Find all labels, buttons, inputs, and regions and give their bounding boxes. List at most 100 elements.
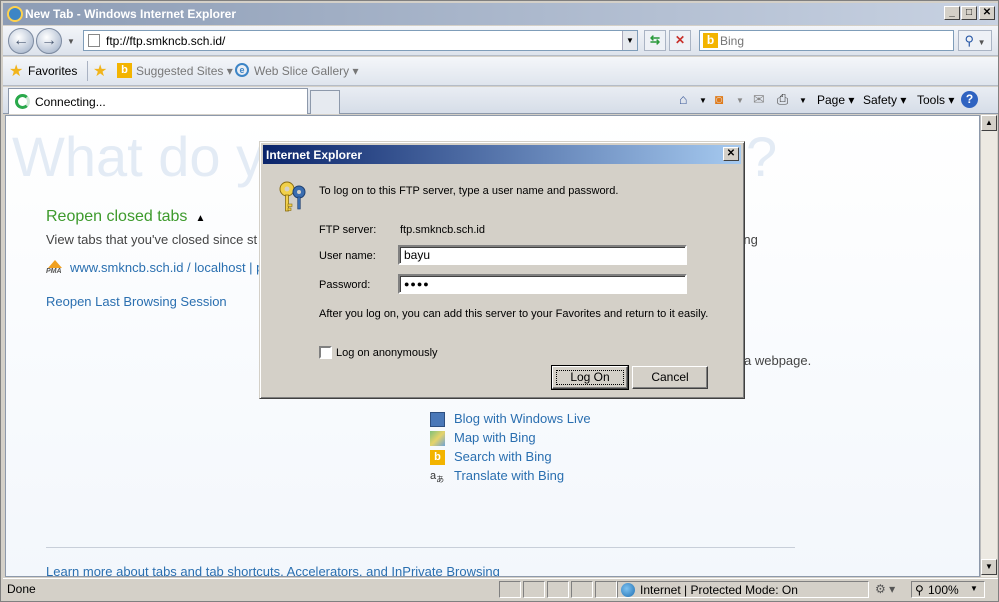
loading-spinner-icon <box>15 94 30 109</box>
password-field[interactable]: ●●●● <box>398 274 687 294</box>
cancel-button[interactable]: Cancel <box>632 366 708 389</box>
search-options-icon: ▼ <box>977 38 986 47</box>
ie-window: New Tab - Windows Internet Explorer _ □ … <box>0 0 999 602</box>
title-bar: New Tab - Windows Internet Explorer _ □ … <box>3 3 998 25</box>
tab-connecting[interactable]: Connecting... <box>8 88 308 114</box>
status-cell <box>499 581 521 598</box>
keys-icon <box>279 181 306 212</box>
pma-icon-label: PMA <box>46 268 62 275</box>
anonymous-checkbox[interactable] <box>319 346 332 359</box>
favorites-bar: ★ Favorites ★ b Suggested Sites ▾ e Web … <box>3 57 998 86</box>
ftp-server-label: FTP server: <box>319 224 377 236</box>
status-cell <box>571 581 593 598</box>
scroll-down-icon[interactable]: ▼ <box>981 559 997 575</box>
refresh-icon: ⇆ <box>649 33 661 47</box>
zoom-icon: ⚲ <box>915 583 924 597</box>
compatibility-icon[interactable]: ⚙ ▾ <box>875 582 895 596</box>
logon-button[interactable]: Log On <box>551 365 629 390</box>
new-tab-button[interactable] <box>310 90 340 114</box>
reopen-closed-tabs-heading[interactable]: Reopen closed tabs ▲ <box>46 208 205 226</box>
map-icon <box>430 431 445 446</box>
address-dropdown-icon[interactable]: ▼ <box>622 31 637 50</box>
ftp-server-value: ftp.smkncb.sch.id <box>400 224 485 236</box>
focus-rect <box>556 370 624 385</box>
username-label: User name: <box>319 250 376 262</box>
webpage-text: a webpage. <box>744 353 812 368</box>
home-dropdown-icon[interactable]: ▼ <box>699 96 707 105</box>
web-slice-gallery-link[interactable]: Web Slice Gallery ▾ <box>254 64 359 78</box>
bing-icon: b <box>703 33 718 48</box>
favorites-star-icon: ★ <box>9 63 24 80</box>
search-box[interactable]: b <box>699 30 954 51</box>
favorites-button[interactable]: Favorites <box>28 64 77 78</box>
vertical-scrollbar[interactable]: ▲ ▼ <box>980 115 997 577</box>
closed-tab-link[interactable]: www.smkncb.sch.id / localhost | p <box>70 260 263 275</box>
reopen-heading-text: Reopen closed tabs <box>46 208 188 225</box>
dialog-title: Internet Explorer <box>266 148 363 162</box>
stop-button[interactable]: ✕ <box>669 30 691 51</box>
home-icon[interactable]: ⌂ <box>679 91 687 107</box>
maximize-button[interactable]: □ <box>961 6 977 20</box>
feeds-dropdown-icon[interactable]: ▼ <box>736 96 744 105</box>
add-favorites-icon[interactable]: ★ <box>93 61 107 81</box>
back-button[interactable]: ← <box>8 28 34 54</box>
zoom-control[interactable]: ⚲ 100% ▼ <box>911 581 985 598</box>
help-icon[interactable]: ? <box>961 91 978 108</box>
address-bar[interactable]: ftp://ftp.smkncb.sch.id/ ▼ <box>83 30 638 51</box>
address-url[interactable]: ftp://ftp.smkncb.sch.id/ <box>106 34 225 48</box>
print-icon[interactable]: ⎙ <box>777 91 788 108</box>
dialog-intro-text: To log on to this FTP server, type a use… <box>319 185 619 197</box>
phpmyadmin-icon: PMA <box>46 260 64 276</box>
password-label: Password: <box>319 279 371 291</box>
address-toolbar: ← → ▼ ftp://ftp.smkncb.sch.id/ ▼ ⇆ ✕ b ⚲… <box>3 26 998 56</box>
collapse-caret-icon[interactable]: ▲ <box>195 213 205 224</box>
dialog-title-bar: Internet Explorer ✕ <box>263 145 741 164</box>
page-icon <box>88 34 100 47</box>
feeds-icon[interactable]: ◙ <box>715 91 723 107</box>
zoom-dropdown-icon[interactable]: ▼ <box>970 584 978 593</box>
search-button[interactable]: ⚲ ▼ <box>958 30 992 51</box>
background-heading: What do y <box>12 125 265 188</box>
read-mail-icon[interactable]: ✉ <box>753 91 765 108</box>
accelerator-label: Translate with Bing <box>454 468 565 483</box>
status-cell <box>595 581 617 598</box>
forward-button[interactable]: → <box>36 28 62 54</box>
zone-text: Internet | Protected Mode: On <box>640 583 798 597</box>
scroll-up-icon[interactable]: ▲ <box>981 115 997 131</box>
search-input[interactable] <box>720 32 950 49</box>
anonymous-label[interactable]: Log on anonymously <box>336 347 438 359</box>
suggested-sites-link[interactable]: Suggested Sites ▾ <box>136 64 233 78</box>
globe-icon <box>621 583 635 597</box>
refresh-button[interactable]: ⇆ <box>644 30 666 51</box>
minimize-button[interactable]: _ <box>944 6 960 20</box>
status-bar: Done Internet | Protected Mode: On ⚙ ▾ ⚲… <box>3 578 998 599</box>
status-cell <box>547 581 569 598</box>
close-button[interactable]: ✕ <box>979 6 995 20</box>
dialog-close-button[interactable]: ✕ <box>723 147 739 161</box>
status-text: Done <box>7 582 36 596</box>
history-dropdown-icon[interactable]: ▼ <box>67 37 75 46</box>
print-dropdown-icon[interactable]: ▼ <box>799 96 807 105</box>
page-menu[interactable]: Page ▾ <box>817 93 854 107</box>
accelerator-label: Map with Bing <box>454 430 536 445</box>
window-title: New Tab - Windows Internet Explorer <box>25 7 237 21</box>
safety-menu[interactable]: Safety ▾ <box>863 93 906 107</box>
magnifier-icon: ⚲ <box>964 33 974 48</box>
divider <box>46 547 795 548</box>
ftp-login-dialog: Internet Explorer ✕ To log on to this FT… <box>259 141 745 399</box>
security-zone[interactable]: Internet | Protected Mode: On <box>617 581 869 598</box>
username-field[interactable]: bayu <box>398 245 687 265</box>
bing-icon: b <box>430 450 445 465</box>
reopen-last-session-link[interactable]: Reopen Last Browsing Session <box>46 294 227 309</box>
status-cell <box>523 581 545 598</box>
web-slice-icon: e <box>235 63 249 77</box>
learn-more-link[interactable]: Learn more about tabs and tab shortcuts,… <box>46 564 500 576</box>
forward-arrow-icon: → <box>41 32 57 49</box>
tools-menu[interactable]: Tools ▾ <box>917 93 954 107</box>
reopen-description: View tabs that you've closed since st <box>46 232 258 247</box>
blog-icon <box>430 412 445 427</box>
accelerator-label: Blog with Windows Live <box>454 411 591 426</box>
after-logon-text: After you log on, you can add this serve… <box>319 308 709 320</box>
back-arrow-icon: ← <box>13 32 29 49</box>
stop-icon: ✕ <box>674 33 686 47</box>
